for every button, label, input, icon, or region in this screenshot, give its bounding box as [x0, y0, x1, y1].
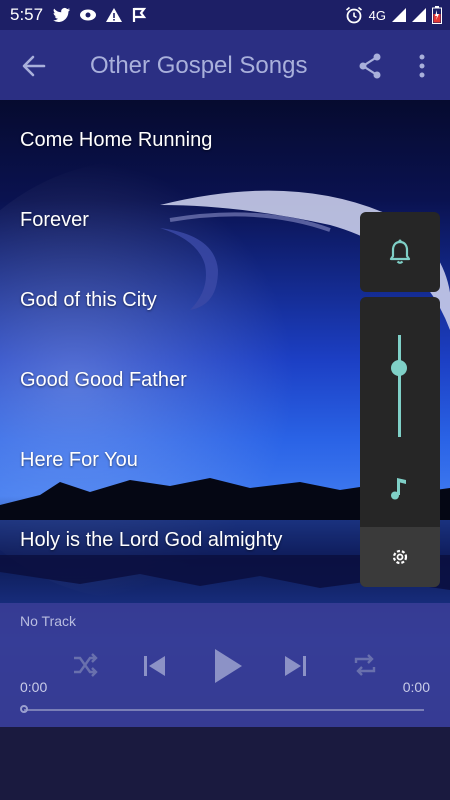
song-item[interactable]: Here For You [0, 420, 360, 500]
song-item[interactable]: God of this City [0, 260, 360, 340]
volume-slider-thumb[interactable] [391, 359, 407, 376]
ad-banner-area [0, 727, 450, 800]
ringer-mode-button[interactable] [360, 212, 440, 292]
bell-icon [389, 239, 411, 264]
notification-icons [53, 7, 147, 23]
status-time: 5:57 [10, 5, 44, 24]
status-bar: 5:57 4G [0, 0, 450, 30]
back-arrow-icon[interactable] [20, 52, 48, 80]
alarm-icon [345, 6, 362, 24]
volume-panel [360, 297, 440, 587]
flag-icon [132, 7, 147, 22]
now-playing-title: No Track [20, 613, 77, 629]
song-item[interactable]: Forever [0, 180, 360, 260]
share-icon[interactable] [356, 52, 384, 80]
signal-2-icon [412, 8, 426, 22]
system-icons: 4G [345, 0, 442, 30]
network-type: 4G [368, 7, 386, 23]
twitter-icon [53, 7, 71, 22]
seek-bar[interactable] [24, 709, 424, 711]
play-icon[interactable] [212, 647, 244, 685]
next-track-icon[interactable] [283, 653, 309, 679]
player-bar: No Track 0:00 0:00 [0, 603, 450, 727]
more-options-icon[interactable] [410, 52, 434, 80]
song-item[interactable]: Holy is the Lord God almighty [0, 500, 360, 580]
previous-track-icon[interactable] [141, 653, 167, 679]
app-bar: Other Gospel Songs [0, 30, 450, 100]
total-duration: 0:00 [402, 679, 430, 695]
page-title: Other Gospel Songs [90, 52, 308, 79]
volume-settings-button[interactable] [360, 527, 440, 587]
shuffle-icon[interactable] [72, 653, 98, 677]
gear-icon [392, 549, 408, 565]
signal-icon [392, 8, 406, 22]
music-note-icon [391, 478, 406, 500]
elapsed-time: 0:00 [20, 679, 48, 695]
repeat-icon[interactable] [352, 653, 378, 677]
eye-icon [80, 9, 97, 21]
song-item[interactable]: Come Home Running [0, 100, 360, 180]
seek-thumb[interactable] [20, 705, 28, 713]
warning-icon [106, 8, 123, 22]
volume-slider-track[interactable] [398, 335, 401, 437]
song-item[interactable]: Good Good Father [0, 340, 360, 420]
battery-icon [432, 6, 442, 24]
song-list: Come Home Running Forever God of this Ci… [0, 100, 360, 580]
